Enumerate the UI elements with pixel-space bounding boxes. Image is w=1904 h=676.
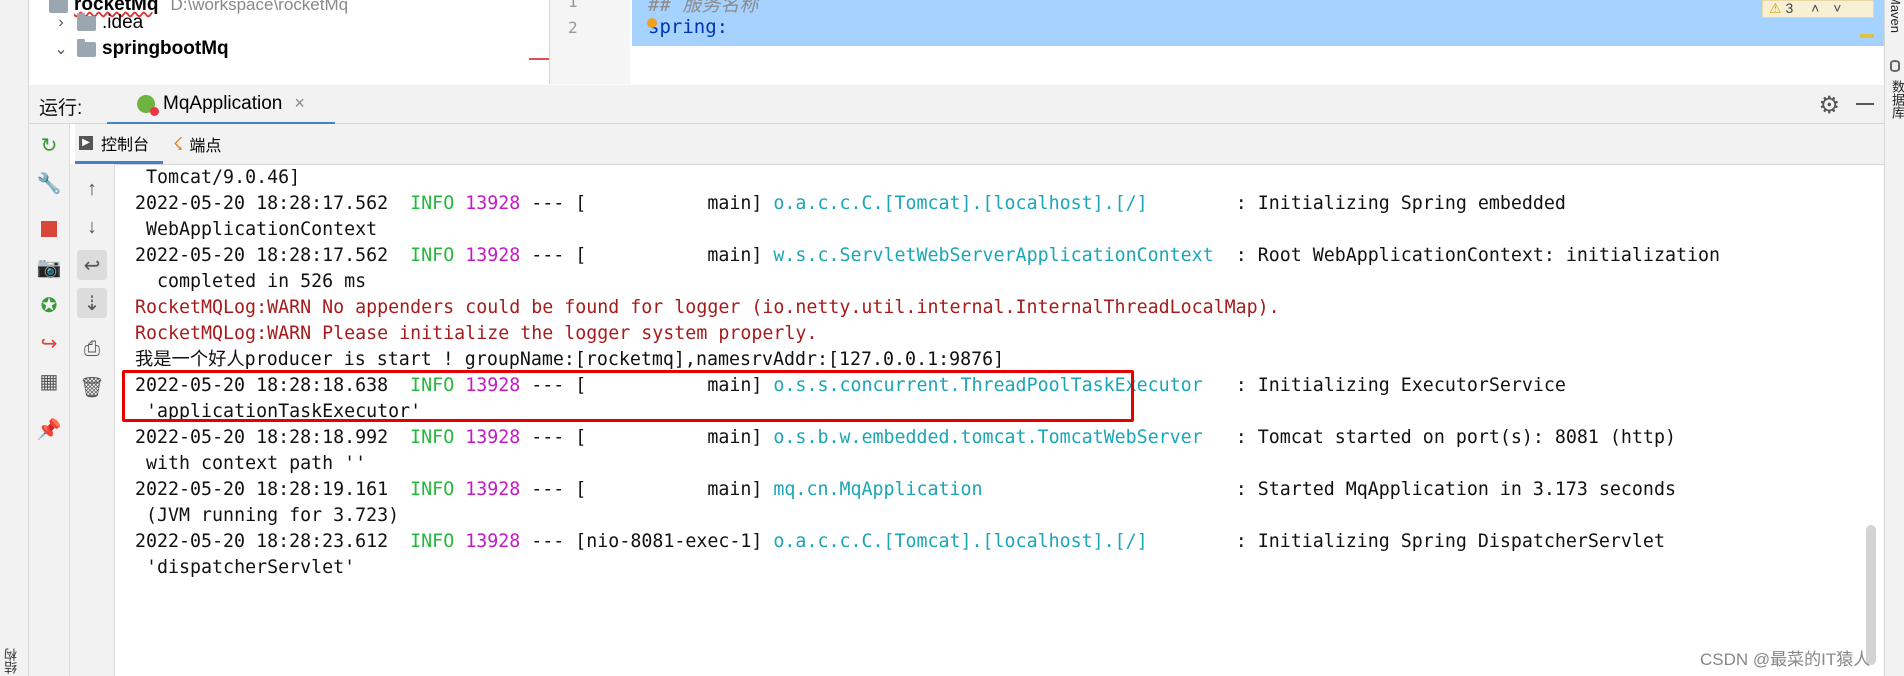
chevron-up-icon[interactable]: ˄ xyxy=(1811,0,1819,16)
line-number: 1 xyxy=(568,0,578,11)
console-actions-toolbar: ↑ ↓ ↩ ⇣ ⎙ 🗑 xyxy=(70,164,115,676)
minimize-icon[interactable] xyxy=(1856,103,1874,105)
rerun-icon[interactable]: ↻ xyxy=(34,130,64,160)
warning-stripe-mark xyxy=(1860,34,1874,38)
console-log-line: 2022-05-20 18:28:19.161 INFO 13928 --- [… xyxy=(135,479,1676,500)
console-line: completed in 526 ms xyxy=(157,271,367,292)
console-line: (JVM running for 3.723) xyxy=(146,505,400,526)
trash-icon[interactable]: 🗑 xyxy=(77,372,107,402)
console-icon: ▶ xyxy=(79,135,93,150)
code-line-1[interactable]: ## 服务名称 xyxy=(648,0,758,17)
pin-icon[interactable]: 📌 xyxy=(34,414,64,444)
tree-root-path: D:\workspace\rocketMq xyxy=(170,0,349,14)
soft-wrap-icon[interactable]: ↩ xyxy=(77,250,107,280)
arrow-up-icon[interactable]: ↑ xyxy=(77,174,107,204)
spring-boot-icon xyxy=(137,94,159,116)
highlight-annotation-box xyxy=(122,370,1134,422)
exit-icon[interactable]: ↪ xyxy=(34,328,64,358)
code-editor[interactable]: 1 2 ## 服务名称 spring: ⚠ 3 ˄ ˅ xyxy=(550,0,1884,84)
right-tool-strip: Maven 数据库 xyxy=(1884,0,1904,676)
scroll-to-end-icon[interactable]: ⇣ xyxy=(77,288,107,318)
console-warn-line: RocketMQLog:WARN Please initialize the l… xyxy=(135,323,818,344)
tab-console[interactable]: ▶ 控制台 xyxy=(75,124,163,164)
console-line: with context path '' xyxy=(146,453,367,474)
module-folder-icon xyxy=(77,38,96,57)
chevron-right-icon[interactable]: › xyxy=(51,14,71,32)
database-icon xyxy=(1890,60,1900,72)
debug-icon[interactable]: ✪ xyxy=(34,290,64,320)
console-line: Tomcat/9.0.46] xyxy=(146,167,301,188)
console-log-line: 2022-05-20 18:28:23.612 INFO 13928 --- [… xyxy=(135,531,1665,552)
tab-endpoints-label: 端点 xyxy=(189,138,222,155)
run-label: 运行: xyxy=(39,98,83,119)
inspection-widget[interactable]: ⚠ 3 ˄ ˅ xyxy=(1762,0,1874,18)
tree-item-springbootmq[interactable]: ⌄ springbootMq xyxy=(51,36,229,62)
watermark: CSDN @最菜的IT猿人 xyxy=(1700,650,1871,669)
warning-icon: ⚠ xyxy=(1769,0,1782,16)
endpoints-icon: ☇ xyxy=(173,133,184,154)
camera-icon[interactable]: 📷 xyxy=(34,252,64,282)
tree-item-label: .idea xyxy=(102,12,144,33)
console-line: WebApplicationContext xyxy=(146,219,378,240)
tab-endpoints[interactable]: ☇ 端点 xyxy=(167,124,221,164)
run-tab-label: MqApplication xyxy=(163,92,283,114)
project-tree: rocketMq D:\workspace\rocketMq › .idea ⌄… xyxy=(29,0,550,84)
run-tab-mqapplication[interactable]: MqApplication × xyxy=(107,85,335,125)
arrow-down-icon[interactable]: ↓ xyxy=(77,212,107,242)
chevron-down-icon[interactable]: ⌄ xyxy=(51,39,71,59)
editor-gutter: 1 2 xyxy=(550,0,630,84)
close-icon[interactable]: × xyxy=(294,93,305,114)
layout-icon[interactable]: ▦ xyxy=(34,366,64,396)
stop-icon[interactable] xyxy=(34,214,64,244)
bulb-icon[interactable] xyxy=(647,18,657,28)
scrollbar-thumb[interactable] xyxy=(1866,525,1876,665)
chevron-down-icon[interactable]: ˅ xyxy=(1833,0,1841,16)
tab-console-label: 控制台 xyxy=(101,136,150,154)
run-tool-window-header: 运行: MqApplication × ⚙ xyxy=(29,85,1884,125)
console-line: 'dispatcherServlet' xyxy=(146,557,356,578)
console-scrollbar[interactable] xyxy=(1860,165,1884,676)
console-log-line: 2022-05-20 18:28:17.562 INFO 13928 --- [… xyxy=(135,245,1720,266)
run-actions-toolbar: ↻ 🔧 📷 ✪ ↪ ▦ 📌 xyxy=(29,124,70,676)
structure-tool-label[interactable]: 结构 xyxy=(2,648,21,674)
wrench-icon[interactable]: 🔧 xyxy=(34,168,64,198)
run-subtabs: ▶ 控制台 ☇ 端点 xyxy=(75,124,1884,165)
error-stripe-mark xyxy=(529,58,549,60)
tree-item-idea[interactable]: › .idea xyxy=(51,10,143,36)
console-warn-line: RocketMQLog:WARN No appenders could be f… xyxy=(135,297,1280,318)
gear-icon[interactable]: ⚙ xyxy=(1818,91,1840,120)
editor-selection xyxy=(632,0,1884,46)
folder-icon xyxy=(77,12,96,31)
console-log-line: 2022-05-20 18:28:18.992 INFO 13928 --- [… xyxy=(135,427,1676,448)
console-log-line: 2022-05-20 18:28:17.562 INFO 13928 --- [… xyxy=(135,193,1566,214)
database-tool-label[interactable]: 数据库 xyxy=(1888,80,1904,119)
warning-count: 3 xyxy=(1785,0,1794,16)
code-line-2[interactable]: spring: xyxy=(648,16,728,38)
tree-item-label: springbootMq xyxy=(102,38,229,59)
maven-tool-label[interactable]: Maven xyxy=(1888,0,1903,33)
line-number: 2 xyxy=(568,18,578,37)
left-tool-strip: 结构 xyxy=(0,0,29,676)
print-icon[interactable]: ⎙ xyxy=(77,334,107,364)
